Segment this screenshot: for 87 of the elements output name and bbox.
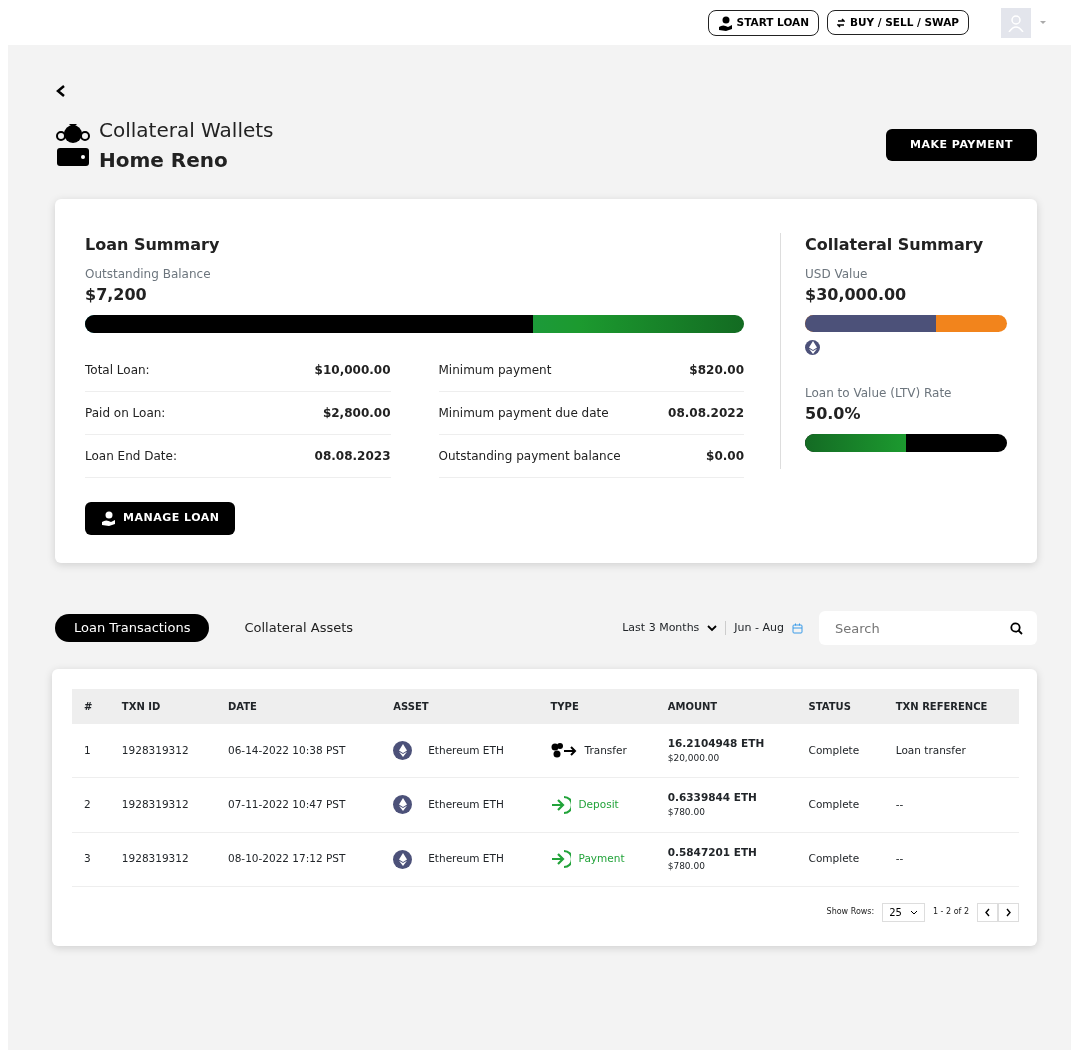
date-cell: 08-10-2022 17:12 PST xyxy=(216,832,382,887)
chevron-left-icon xyxy=(984,908,991,918)
ethereum-icon xyxy=(393,741,413,761)
chevron-down-icon xyxy=(707,624,718,632)
chevron-down-icon xyxy=(909,909,918,915)
search-field[interactable]: Search xyxy=(819,611,1037,645)
detail-label: Paid on Loan: xyxy=(85,405,166,422)
tab[interactable]: Loan Transactions xyxy=(55,614,210,642)
eth-amount: 0.5847201 ETH xyxy=(667,844,758,860)
rows-label: Show Rows: xyxy=(826,906,875,919)
chevron-right-icon xyxy=(1005,908,1012,918)
column-header: TXN ID xyxy=(109,689,216,724)
column-header: # xyxy=(72,689,110,724)
detail-label: Minimum payment xyxy=(438,362,552,379)
range-dropdown[interactable]: Last 3 Months xyxy=(614,615,726,641)
section-title: Collateral Summary xyxy=(805,234,985,256)
calendar-icon xyxy=(792,622,803,634)
ethereum-icon xyxy=(393,849,413,869)
swap-arrows-icon xyxy=(836,16,845,29)
usd-amount: $780.00 xyxy=(667,806,706,819)
txn-id-cell: 1928319312 xyxy=(109,777,216,832)
balance-label: Outstanding Balance xyxy=(85,266,212,283)
date-cell: 06-14-2022 10:38 PST xyxy=(216,724,382,778)
reference-cell: Loan transfer xyxy=(883,724,1019,778)
reference-cell: -- xyxy=(883,777,1019,832)
ethereum-icon xyxy=(393,795,413,815)
detail-value: 08.08.2023 xyxy=(314,448,391,465)
asset-name: Ethereum ETH xyxy=(428,742,504,758)
next-page-button[interactable] xyxy=(998,902,1019,922)
arrow-into-bracket-icon xyxy=(550,794,571,815)
date-range-picker[interactable]: Jun - Aug xyxy=(726,615,811,641)
status-cell: Complete xyxy=(796,724,884,778)
header-button[interactable]: BUY / SELL / SWAP xyxy=(826,9,969,36)
date-cell: 07-11-2022 10:47 PST xyxy=(216,777,382,832)
detail-value: $2,800.00 xyxy=(322,405,391,422)
asset-name: Ethereum ETH xyxy=(428,797,504,812)
column-header: TXN REFERENCE xyxy=(883,689,1019,724)
column-header: ASSET xyxy=(381,689,539,724)
section-title: Loan Summary xyxy=(85,234,221,256)
make-payment-button[interactable]: MAKE PAYMENT xyxy=(886,128,1037,162)
detail-value: 08.08.2022 xyxy=(668,405,744,422)
transaction-type: Payment xyxy=(578,851,625,867)
usd-amount: $780.00 xyxy=(667,860,706,874)
coins-arrow-icon xyxy=(550,741,577,760)
detail-value: $10,000.00 xyxy=(314,362,391,379)
money-bag-wallet-icon xyxy=(55,122,91,168)
usd-value: $30,000.00 xyxy=(805,284,908,306)
row-number: 1 xyxy=(72,724,110,778)
usd-amount: $20,000.00 xyxy=(667,751,721,765)
dropdown-caret-icon xyxy=(1039,20,1047,25)
ltv-value: 50.0% xyxy=(805,403,862,425)
balance-value: $7,200 xyxy=(85,284,148,306)
page-range: 1 - 2 of 2 xyxy=(932,906,969,919)
detail-label: Minimum payment due date xyxy=(438,405,609,422)
column-header: DATE xyxy=(216,689,382,724)
column-header: STATUS xyxy=(796,689,884,724)
asset-name: Ethereum ETH xyxy=(428,851,504,867)
detail-label: Loan End Date: xyxy=(85,448,177,465)
detail-label: Total Loan: xyxy=(85,362,150,379)
txn-id-cell: 1928319312 xyxy=(109,724,216,778)
transaction-type: Transfer xyxy=(584,742,627,758)
ltv-label: Loan to Value (LTV) Rate xyxy=(805,385,953,402)
detail-value: $820.00 xyxy=(689,362,744,379)
search-icon xyxy=(1010,622,1023,635)
transaction-type: Deposit xyxy=(578,797,619,812)
status-cell: Complete xyxy=(796,832,884,887)
reference-cell: -- xyxy=(883,832,1019,887)
tab[interactable]: Collateral Assets xyxy=(225,614,373,642)
page-subtitle: Home Reno xyxy=(99,147,229,174)
column-header: TYPE xyxy=(538,689,656,724)
arrow-into-bracket-icon xyxy=(550,849,571,870)
eth-amount: 16.2104948 ETH xyxy=(667,736,766,751)
detail-label: Outstanding payment balance xyxy=(438,448,621,465)
ethereum-icon xyxy=(805,340,820,355)
rows-select[interactable]: 25 xyxy=(882,902,925,922)
page-title: Collateral Wallets xyxy=(99,117,275,144)
detail-value: $0.00 xyxy=(706,448,744,465)
txn-id-cell: 1928319312 xyxy=(109,832,216,887)
status-cell: Complete xyxy=(796,777,884,832)
manage-loan-button[interactable]: MANAGE LOAN xyxy=(85,502,236,535)
usd-label: USD Value xyxy=(805,266,869,283)
eth-amount: 0.6339844 ETH xyxy=(667,790,758,806)
header-button[interactable]: START LOAN xyxy=(707,9,819,36)
row-number: 3 xyxy=(72,832,110,887)
column-header: AMOUNT xyxy=(655,689,797,724)
previous-page-button[interactable] xyxy=(977,902,998,922)
row-number: 2 xyxy=(72,777,110,832)
